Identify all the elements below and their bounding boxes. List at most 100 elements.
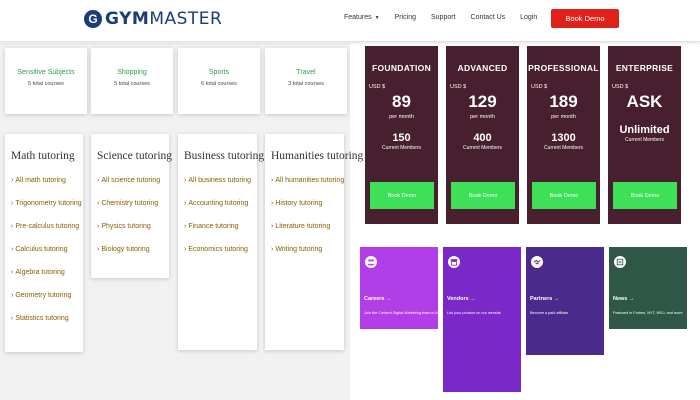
plan-price: ASK <box>626 92 663 111</box>
newspaper-icon-graphic <box>616 258 624 266</box>
subject-link[interactable]: › Accounting tutoring <box>184 192 257 215</box>
plan-book-demo-button[interactable]: Book Demo <box>451 182 515 209</box>
subject-link[interactable]: › Algebra tutoring <box>11 261 83 284</box>
tile-description: Join the Content Digital Marketing team … <box>364 311 446 315</box>
store-icon-graphic <box>450 259 458 266</box>
subject-link-label: Literature tutoring <box>275 223 331 230</box>
category-title: Sports <box>208 69 230 76</box>
plan-card-advanced: ADVANCED USD $ 129 per month 400 Current… <box>446 46 519 224</box>
chevron-right-icon: › <box>11 269 14 276</box>
subject-link-label: Physics tutoring <box>101 223 151 230</box>
nav-pricing[interactable]: Pricing <box>395 14 416 21</box>
subject-title: Science tutoring <box>97 150 173 162</box>
subject-link[interactable]: › Pre-calculus tutoring <box>11 215 83 238</box>
subject-link-label: Economics tutoring <box>188 246 248 253</box>
plan-members: 400 <box>473 132 492 144</box>
book-demo-button[interactable]: Book Demo <box>551 9 619 28</box>
plan-card-foundation: FOUNDATION USD $ 89 per month 150 Curren… <box>365 46 438 224</box>
nav-support[interactable]: Support <box>431 14 456 21</box>
category-count: 3 total courses <box>288 81 324 87</box>
nav-features-label: Features <box>344 14 372 21</box>
subject-link[interactable]: › History tutoring <box>271 192 344 215</box>
plan-members: 150 <box>392 132 411 144</box>
subject-link-label: Pre-calculus tutoring <box>15 223 80 230</box>
subject-link-label: Finance tutoring <box>188 223 239 230</box>
subject-link[interactable]: › Literature tutoring <box>271 215 344 238</box>
tile-title-text: Vendors <box>447 296 469 302</box>
handshake-icon-graphic <box>533 259 541 265</box>
subject-link-label: Chemistry tutoring <box>101 200 159 207</box>
arrow-right-icon: → <box>386 296 392 302</box>
subject-link[interactable]: › Statistics tutoring <box>11 307 83 330</box>
people-icon-graphic <box>367 259 375 266</box>
tile-title: Careers → <box>364 296 392 302</box>
plan-currency: USD $ <box>369 84 386 90</box>
chevron-right-icon: › <box>184 200 187 207</box>
vendors-tile[interactable]: Vendors → List your product on our websi… <box>443 247 521 392</box>
plan-name: ENTERPRISE <box>615 63 674 73</box>
chevron-right-icon: › <box>11 292 14 299</box>
careers-tile[interactable]: Careers → Join the Content Digital Marke… <box>360 247 446 329</box>
subject-link-label: Accounting tutoring <box>188 200 249 207</box>
plan-members: Unlimited <box>619 124 670 136</box>
subject-link[interactable]: › Calculus tutoring <box>11 238 83 261</box>
partners-tile[interactable]: Partners → Become a paid affiliate <box>526 247 604 355</box>
category-card-sensitive-subjects[interactable]: Sensitive Subjects 5 total courses <box>5 48 87 114</box>
subject-link[interactable]: › Trigonometry tutoring <box>11 192 83 215</box>
subject-link-label: All science tutoring <box>101 177 161 184</box>
nav-features[interactable]: Features ▼ <box>344 14 380 21</box>
plan-members-label: Current Members <box>625 137 664 143</box>
category-count: 6 total courses <box>201 81 237 87</box>
chevron-right-icon: › <box>11 223 14 230</box>
subject-title: Math tutoring <box>11 150 75 162</box>
plan-book-demo-button[interactable]: Book Demo <box>613 182 677 209</box>
tile-title: News → <box>613 296 634 302</box>
logo-mark-letter: G <box>88 12 98 26</box>
subject-link[interactable]: › Finance tutoring <box>184 215 257 238</box>
logo-bold-text: GYM <box>105 9 150 29</box>
chevron-right-icon: › <box>271 200 274 207</box>
subject-link[interactable]: › All math tutoring <box>11 169 83 192</box>
subject-card-business: Business tutoring › All business tutoring… <box>178 134 264 350</box>
gymmaster-logo[interactable]: G GYMMASTER <box>84 9 222 29</box>
plan-period: per month <box>551 114 576 120</box>
plan-members: 1300 <box>551 132 576 144</box>
nav-login[interactable]: Login <box>520 14 537 21</box>
chevron-right-icon: › <box>97 200 100 207</box>
subject-link[interactable]: › All science tutoring <box>97 169 169 192</box>
subject-link[interactable]: › Economics tutoring <box>184 238 257 261</box>
tile-description: Become a paid affiliate <box>530 311 569 315</box>
plan-book-demo-button[interactable]: Book Demo <box>370 182 434 209</box>
subject-link[interactable]: › Writing tutoring <box>271 238 344 261</box>
plan-book-demo-button[interactable]: Book Demo <box>532 182 596 209</box>
category-card-shopping[interactable]: Shopping 5 total courses <box>91 48 173 114</box>
chevron-right-icon: › <box>11 200 14 207</box>
subject-link-label: All math tutoring <box>15 177 66 184</box>
subject-link-label: Calculus tutoring <box>15 246 68 253</box>
logo-wordmark: GYMMASTER <box>105 9 222 29</box>
subject-link[interactable]: › All humanities tutoring <box>271 169 344 192</box>
subject-link-label: Trigonometry tutoring <box>15 200 82 207</box>
subject-title: Humanities tutoring <box>271 150 364 162</box>
subject-link[interactable]: › Biology tutoring <box>97 238 169 261</box>
plan-currency: USD $ <box>531 84 548 90</box>
subject-link[interactable]: › All business tutoring <box>184 169 257 192</box>
subject-link[interactable]: › Geometry tutoring <box>11 284 83 307</box>
people-icon <box>365 256 377 268</box>
category-card-travel[interactable]: Travel 3 total courses <box>265 48 347 114</box>
subject-link[interactable]: › Physics tutoring <box>97 215 169 238</box>
subject-card-math: Math tutoring › All math tutoring › Trigon… <box>5 134 83 352</box>
subject-link-label: Statistics tutoring <box>15 315 69 322</box>
chevron-right-icon: › <box>97 246 100 253</box>
tile-title: Vendors → <box>447 296 476 302</box>
nav-contact-us[interactable]: Contact Us <box>471 14 506 21</box>
subject-link[interactable]: › Chemistry tutoring <box>97 192 169 215</box>
chevron-right-icon: › <box>271 246 274 253</box>
tile-description: Featured in Forbes, NYT, WSJ, and more <box>613 311 683 315</box>
news-tile[interactable]: News → Featured in Forbes, NYT, WSJ, and… <box>609 247 687 329</box>
chevron-down-icon: ▼ <box>374 15 380 21</box>
plan-period: per month <box>389 114 414 120</box>
category-card-sports[interactable]: Sports 6 total courses <box>178 48 260 114</box>
chevron-right-icon: › <box>11 246 14 253</box>
plan-members-label: Current Members <box>463 145 502 151</box>
